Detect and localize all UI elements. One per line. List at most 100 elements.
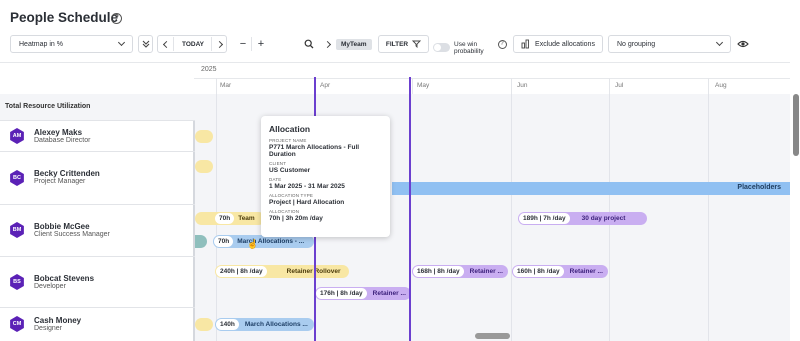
divider [511,78,512,94]
divider [609,78,610,94]
people-panel [0,94,195,341]
person-role: Database Director [34,137,91,144]
tooltip-allocation: 70h | 3h 20m /day [269,215,323,222]
allocation-bar[interactable]: 189h | 7h /day 30 day project [518,212,647,225]
tooltip-date: 1 Mar 2025 - 31 Mar 2025 [269,183,345,190]
divider [708,78,709,94]
placeholders-label: Placeholders [737,184,781,191]
allocation-bar[interactable] [195,130,213,143]
win-probability-help[interactable]: ? [496,35,508,53]
gridline [511,94,512,341]
tooltip-field-label: PROJECT NAME [269,138,307,143]
team-chip[interactable]: MyTeam [336,39,372,50]
tooltip-field-label: ALLOCATION TYPE [269,193,314,198]
team-chip-label: MyTeam [336,39,372,50]
win-probability-label: Use win probability [454,40,484,56]
allocation-hours: 70h [214,236,234,247]
allocation-label: March Allocations ... [244,321,308,328]
bar-chart-icon [521,39,529,49]
tooltip-field-label: DATE [269,177,282,182]
minus-icon: − [239,38,247,50]
next-period-button[interactable] [212,35,226,53]
today-button[interactable]: TODAY [175,35,211,53]
win-probability-toggle[interactable] [433,43,450,52]
filter-button[interactable]: FILTER [378,35,429,53]
search-button[interactable] [301,35,317,53]
allocation-bar[interactable]: 160h | 8h /day Retainer ... [512,265,608,278]
previous-period-button[interactable] [159,35,173,53]
month-label: Jul [615,82,624,89]
allocation-bar[interactable] [195,160,213,173]
exclude-allocations-button[interactable]: Exclude allocations [513,35,603,53]
row-divider [0,256,195,257]
zoom-in-button[interactable]: + [253,35,269,53]
page-header: People Schedule ? [0,0,800,38]
help-icon[interactable]: ? [111,13,122,24]
allocation-label: March Allocations - ... [237,238,305,245]
exclude-allocations-label: Exclude allocations [535,40,595,48]
allocation-label: Retainer ... [469,268,503,275]
allocation-label: Team [238,215,255,222]
utilization-label: Total Resource Utilization [5,103,91,110]
vertical-scrollbar[interactable] [793,94,799,156]
month-label: Jun [517,82,528,89]
gridline [708,94,709,341]
divider [412,78,413,94]
row-divider [0,151,195,152]
pointer-cursor-icon: ☝ [247,239,259,249]
month-label: Aug [715,82,727,89]
visibility-button[interactable] [735,35,751,53]
chevron-right-icon [323,40,331,48]
grouping-select[interactable]: No grouping [608,35,731,53]
person-role: Designer [34,325,63,332]
month-label: Mar [220,82,232,89]
zoom-out-button[interactable]: − [235,35,251,53]
allocation-hours: 240h | 8h /day [216,266,267,277]
allocation-label: Retainer ... [569,268,603,275]
eye-icon [737,40,749,48]
collapse-icon [142,40,149,48]
divider [216,78,217,94]
chevron-left-icon [162,40,170,48]
placeholders-bar[interactable]: Placeholders [392,182,790,195]
chevron-right-icon [215,40,223,48]
help-icon: ? [497,39,507,49]
chevron-down-icon [117,38,126,47]
allocation-tooltip: Allocation PROJECT NAME P771 March Alloc… [261,116,390,237]
allocation-label: 30 day project [581,215,626,222]
allocation-bar[interactable]: 140h March Allocations ... [215,318,314,331]
person-role: Client Success Manager [34,231,110,238]
grouping-select-label: No grouping [617,40,656,48]
person-name: Bobbie McGee [34,222,90,231]
collapse-rows-button[interactable] [138,35,153,53]
person-role: Developer [34,283,66,290]
divider [173,37,174,51]
plus-icon: + [257,38,265,50]
filter-icon [412,40,422,48]
divider [251,37,252,51]
tooltip-project-name: P771 March Allocations - Full Duration [269,144,360,158]
divider [194,78,790,79]
person-name: Cash Money [34,316,82,325]
allocation-bar[interactable]: 70h Team [195,212,265,225]
horizontal-scrollbar[interactable] [475,333,510,339]
allocation-hours: 70h [215,213,235,224]
allocation-bar[interactable] [195,318,213,331]
person-role: Project Manager [34,178,86,185]
allocation-hours: 168h | 8h /day [413,266,464,277]
allocation-bar[interactable]: 168h | 8h /day Retainer ... [412,265,508,278]
chevron-down-icon [715,38,724,47]
view-select-label: Heatmap in % [19,40,63,48]
tooltip-allocation-type: Project | Hard Allocation [269,199,345,206]
view-select[interactable]: Heatmap in % [10,35,133,53]
row-divider [0,307,195,308]
row-divider [0,204,195,205]
person-name: Becky Crittenden [34,169,100,178]
person-name: Bobcat Stevens [34,274,95,283]
allocation-hours: 140h [216,319,239,330]
tooltip-client: US Customer [269,167,311,174]
tooltip-field-label: CLIENT [269,161,287,166]
year-label: 2025 [201,66,217,73]
collapse-search-button[interactable] [320,35,334,53]
person-name: Alexey Maks [34,128,83,137]
